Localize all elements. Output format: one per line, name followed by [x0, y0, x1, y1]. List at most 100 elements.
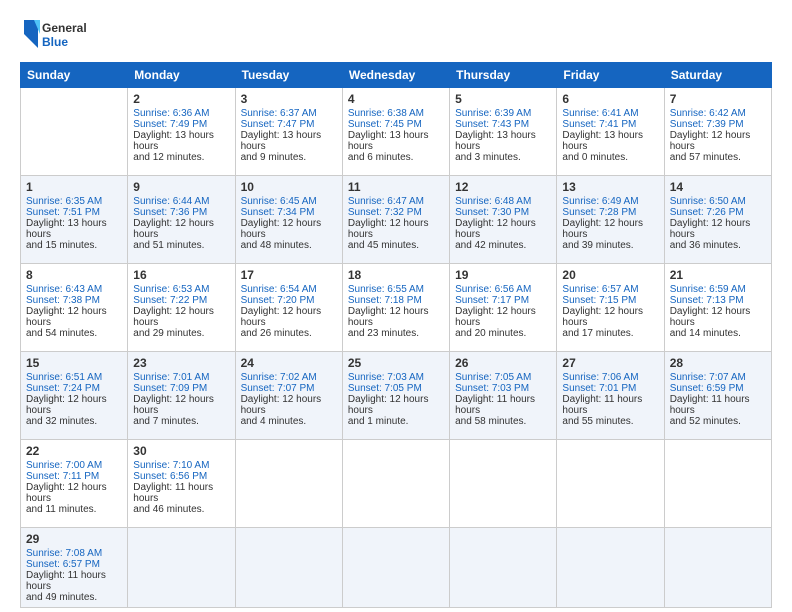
calendar-cell: 7Sunrise: 6:42 AMSunset: 7:39 PMDaylight… [664, 88, 771, 176]
day-header-tuesday: Tuesday [235, 63, 342, 88]
day-number: 3 [241, 92, 337, 106]
calendar-cell: 17Sunrise: 6:54 AMSunset: 7:20 PMDayligh… [235, 264, 342, 352]
daylight-text: Daylight: 12 hours hoursand 57 minutes. [670, 130, 766, 163]
sunset-text: Sunset: 7:39 PM [670, 119, 766, 130]
day-number: 17 [241, 268, 337, 282]
sunrise-text: Sunrise: 6:43 AM [26, 284, 122, 295]
day-number: 30 [133, 444, 229, 458]
daylight-text: Daylight: 11 hours hoursand 58 minutes. [455, 394, 551, 427]
sunrise-text: Sunrise: 6:57 AM [562, 284, 658, 295]
daylight-text: Daylight: 12 hours hoursand 26 minutes. [241, 306, 337, 339]
daylight-text: Daylight: 13 hours hoursand 0 minutes. [562, 130, 658, 163]
calendar-cell [342, 528, 449, 608]
sunrise-text: Sunrise: 6:37 AM [241, 108, 337, 119]
day-number: 9 [133, 180, 229, 194]
daylight-text: Daylight: 12 hours hoursand 39 minutes. [562, 218, 658, 251]
daylight-text: Daylight: 13 hours hoursand 3 minutes. [455, 130, 551, 163]
sunrise-text: Sunrise: 7:01 AM [133, 372, 229, 383]
daylight-text: Daylight: 13 hours hoursand 15 minutes. [26, 218, 122, 251]
logo: General Blue [20, 16, 100, 52]
day-number: 7 [670, 92, 766, 106]
sunset-text: Sunset: 6:56 PM [133, 471, 229, 482]
sunset-text: Sunset: 7:36 PM [133, 207, 229, 218]
day-number: 18 [348, 268, 444, 282]
daylight-text: Daylight: 12 hours hoursand 11 minutes. [26, 482, 122, 515]
sunrise-text: Sunrise: 7:08 AM [26, 548, 122, 559]
calendar-cell [235, 528, 342, 608]
sunrise-text: Sunrise: 6:56 AM [455, 284, 551, 295]
svg-text:Blue: Blue [42, 35, 68, 49]
daylight-text: Daylight: 12 hours hoursand 17 minutes. [562, 306, 658, 339]
sunset-text: Sunset: 7:11 PM [26, 471, 122, 482]
daylight-text: Daylight: 11 hours hoursand 49 minutes. [26, 570, 122, 603]
day-number: 5 [455, 92, 551, 106]
daylight-text: Daylight: 12 hours hoursand 23 minutes. [348, 306, 444, 339]
daylight-text: Daylight: 13 hours hoursand 6 minutes. [348, 130, 444, 163]
sunset-text: Sunset: 7:32 PM [348, 207, 444, 218]
daylight-text: Daylight: 12 hours hoursand 36 minutes. [670, 218, 766, 251]
sunrise-text: Sunrise: 6:38 AM [348, 108, 444, 119]
calendar-cell: 12Sunrise: 6:48 AMSunset: 7:30 PMDayligh… [450, 176, 557, 264]
day-number: 25 [348, 356, 444, 370]
daylight-text: Daylight: 12 hours hoursand 51 minutes. [133, 218, 229, 251]
sunset-text: Sunset: 7:15 PM [562, 295, 658, 306]
calendar-row-1: 1Sunrise: 6:35 AMSunset: 7:51 PMDaylight… [21, 176, 772, 264]
calendar-cell: 24Sunrise: 7:02 AMSunset: 7:07 PMDayligh… [235, 352, 342, 440]
day-number: 8 [26, 268, 122, 282]
logo-svg: General Blue [20, 16, 100, 52]
calendar-table: SundayMondayTuesdayWednesdayThursdayFrid… [20, 62, 772, 608]
daylight-text: Daylight: 11 hours hoursand 52 minutes. [670, 394, 766, 427]
calendar-cell: 21Sunrise: 6:59 AMSunset: 7:13 PMDayligh… [664, 264, 771, 352]
daylight-text: Daylight: 12 hours hoursand 29 minutes. [133, 306, 229, 339]
sunset-text: Sunset: 7:38 PM [26, 295, 122, 306]
calendar-row-2: 8 Sunrise: 6:43 AMSunset: 7:38 PM Daylight… [21, 264, 772, 352]
calendar-cell: 4 Sunrise: 6:38 AMSunset: 7:45 PMDaylight… [342, 88, 449, 176]
calendar-cell: 25Sunrise: 7:03 AMSunset: 7:05 PMDayligh… [342, 352, 449, 440]
daylight-text: Daylight: 12 hours hoursand 45 minutes. [348, 218, 444, 251]
calendar-cell [664, 440, 771, 528]
calendar-cell: 26Sunrise: 7:05 AMSunset: 7:03 PMDayligh… [450, 352, 557, 440]
sunset-text: Sunset: 7:07 PM [241, 383, 337, 394]
sunset-text: Sunset: 7:45 PM [348, 119, 444, 130]
calendar-row-5: 29 Sunrise: 7:08 AMSunset: 6:57 PMDayligh… [21, 528, 772, 608]
daylight-text: Daylight: 12 hours hoursand 14 minutes. [670, 306, 766, 339]
sunset-text: Sunset: 7:30 PM [455, 207, 551, 218]
day-number: 21 [670, 268, 766, 282]
calendar-cell: 10Sunrise: 6:45 AMSunset: 7:34 PMDayligh… [235, 176, 342, 264]
sunset-text: Sunset: 6:57 PM [26, 559, 122, 570]
day-number: 13 [562, 180, 658, 194]
day-number: 14 [670, 180, 766, 194]
sunrise-text: Sunrise: 6:44 AM [133, 196, 229, 207]
sunrise-text: Sunrise: 6:36 AM [133, 108, 229, 119]
sunset-text: Sunset: 7:24 PM [26, 383, 122, 394]
calendar-cell [557, 440, 664, 528]
day-number: 2 [133, 92, 229, 106]
sunrise-text: Sunrise: 7:10 AM [133, 460, 229, 471]
sunrise-text: Sunrise: 6:39 AM [455, 108, 551, 119]
calendar-cell: 14Sunrise: 6:50 AMSunset: 7:26 PMDayligh… [664, 176, 771, 264]
day-header-friday: Friday [557, 63, 664, 88]
sunset-text: Sunset: 7:18 PM [348, 295, 444, 306]
day-number: 29 [26, 532, 122, 546]
day-number: 10 [241, 180, 337, 194]
calendar-cell: 5 Sunrise: 6:39 AMSunset: 7:43 PMDaylight… [450, 88, 557, 176]
calendar-header-row: SundayMondayTuesdayWednesdayThursdayFrid… [21, 63, 772, 88]
day-number: 1 [26, 180, 122, 194]
calendar-cell [128, 528, 235, 608]
calendar-cell [450, 528, 557, 608]
sunrise-text: Sunrise: 7:03 AM [348, 372, 444, 383]
sunset-text: Sunset: 7:34 PM [241, 207, 337, 218]
sunset-text: Sunset: 7:43 PM [455, 119, 551, 130]
day-number: 20 [562, 268, 658, 282]
daylight-text: Daylight: 12 hours hoursand 32 minutes. [26, 394, 122, 427]
sunset-text: Sunset: 7:51 PM [26, 207, 122, 218]
sunrise-text: Sunrise: 6:54 AM [241, 284, 337, 295]
day-number: 24 [241, 356, 337, 370]
day-number: 15 [26, 356, 122, 370]
sunrise-text: Sunrise: 6:59 AM [670, 284, 766, 295]
day-number: 4 [348, 92, 444, 106]
daylight-text: Daylight: 13 hours hoursand 12 minutes. [133, 130, 229, 163]
calendar-cell: 15Sunrise: 6:51 AMSunset: 7:24 PMDayligh… [21, 352, 128, 440]
day-number: 23 [133, 356, 229, 370]
sunset-text: Sunset: 7:09 PM [133, 383, 229, 394]
